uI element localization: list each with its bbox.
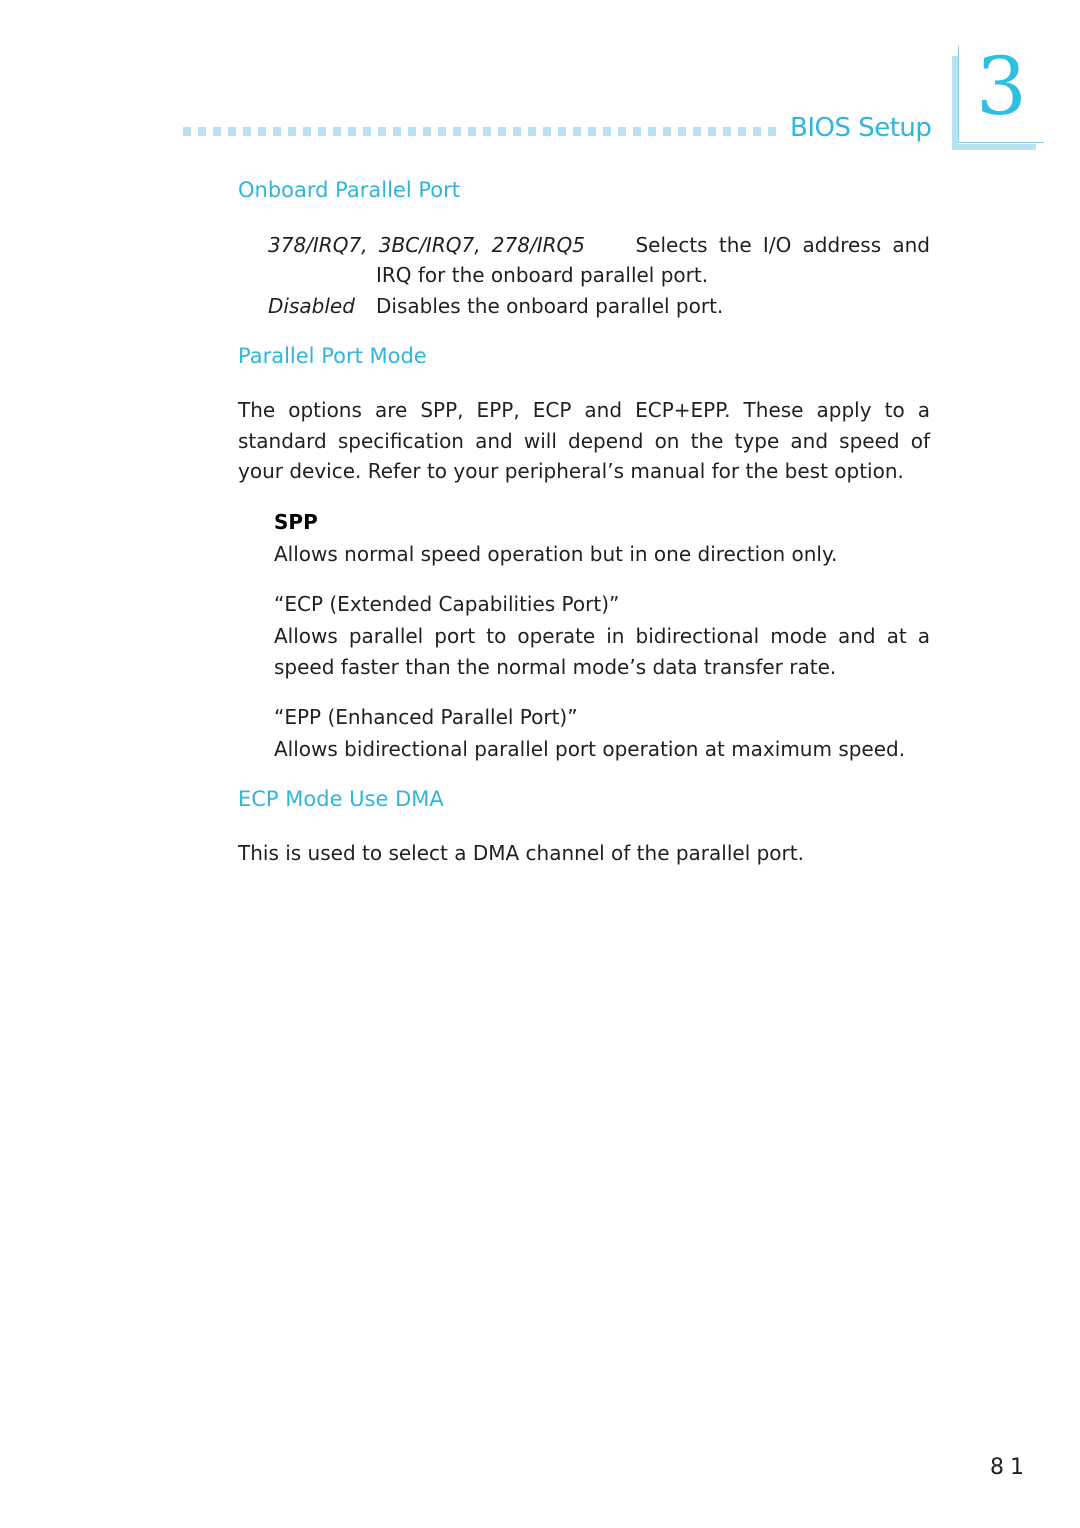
option-term: 378/IRQ7, 3BC/IRQ7, 278/IRQ5 xyxy=(268,233,585,257)
header-section-title: BIOS Setup xyxy=(790,113,932,143)
option-line-1: 378/IRQ7, 3BC/IRQ7, 278/IRQ5 Selects the… xyxy=(268,230,930,261)
mode-desc-spp: Allows normal speed operation but in one… xyxy=(274,542,838,566)
mode-desc-ecp: Allows parallel port to operate in bidir… xyxy=(274,624,930,648)
option-desc-line-2: IRQ for the onboard parallel port. xyxy=(376,263,709,287)
heading-ecp-mode-use-dma: ECP Mode Use DMA xyxy=(238,787,444,811)
mode-body-line: your device. Refer to your peripheral’s … xyxy=(238,459,904,483)
header-dotted-rule xyxy=(183,127,783,136)
chapter-box-line-vertical xyxy=(958,46,959,142)
option-term-disabled: Disabled xyxy=(268,294,355,318)
ecp-dma-body: This is used to select a DMA channel of … xyxy=(238,841,804,865)
chapter-number: 3 xyxy=(976,40,1027,133)
mode-title-ecp: “ECP (Extended Capabilities Port)” xyxy=(274,592,620,616)
mode-body-line: The options are SPP, EPP, ECP and ECP+EP… xyxy=(238,398,930,422)
mode-title-spp: SPP xyxy=(274,510,318,534)
heading-onboard-parallel-port: Onboard Parallel Port xyxy=(238,178,460,202)
chapter-box-shadow-horizontal xyxy=(952,144,1036,150)
chapter-number-box: 3 xyxy=(952,40,1044,150)
mode-title-epp: “EPP (Enhanced Parallel Port)” xyxy=(274,705,578,729)
heading-parallel-port-mode: Parallel Port Mode xyxy=(238,344,427,368)
option-row-io-address: 378/IRQ7, 3BC/IRQ7, 278/IRQ5 Selects the… xyxy=(268,230,930,261)
mode-body-line: standard specification and will depend o… xyxy=(238,429,930,453)
mode-desc-epp: Allows bidirectional parallel port opera… xyxy=(274,737,906,761)
chapter-box-line-horizontal xyxy=(958,142,1044,143)
mode-desc-ecp: speed faster than the normal mode’s data… xyxy=(274,655,837,679)
option-desc-disabled: Disables the onboard parallel port. xyxy=(376,294,724,318)
page-number: 81 xyxy=(990,1455,1030,1480)
option-desc: Selects the I/O address and xyxy=(635,233,931,257)
